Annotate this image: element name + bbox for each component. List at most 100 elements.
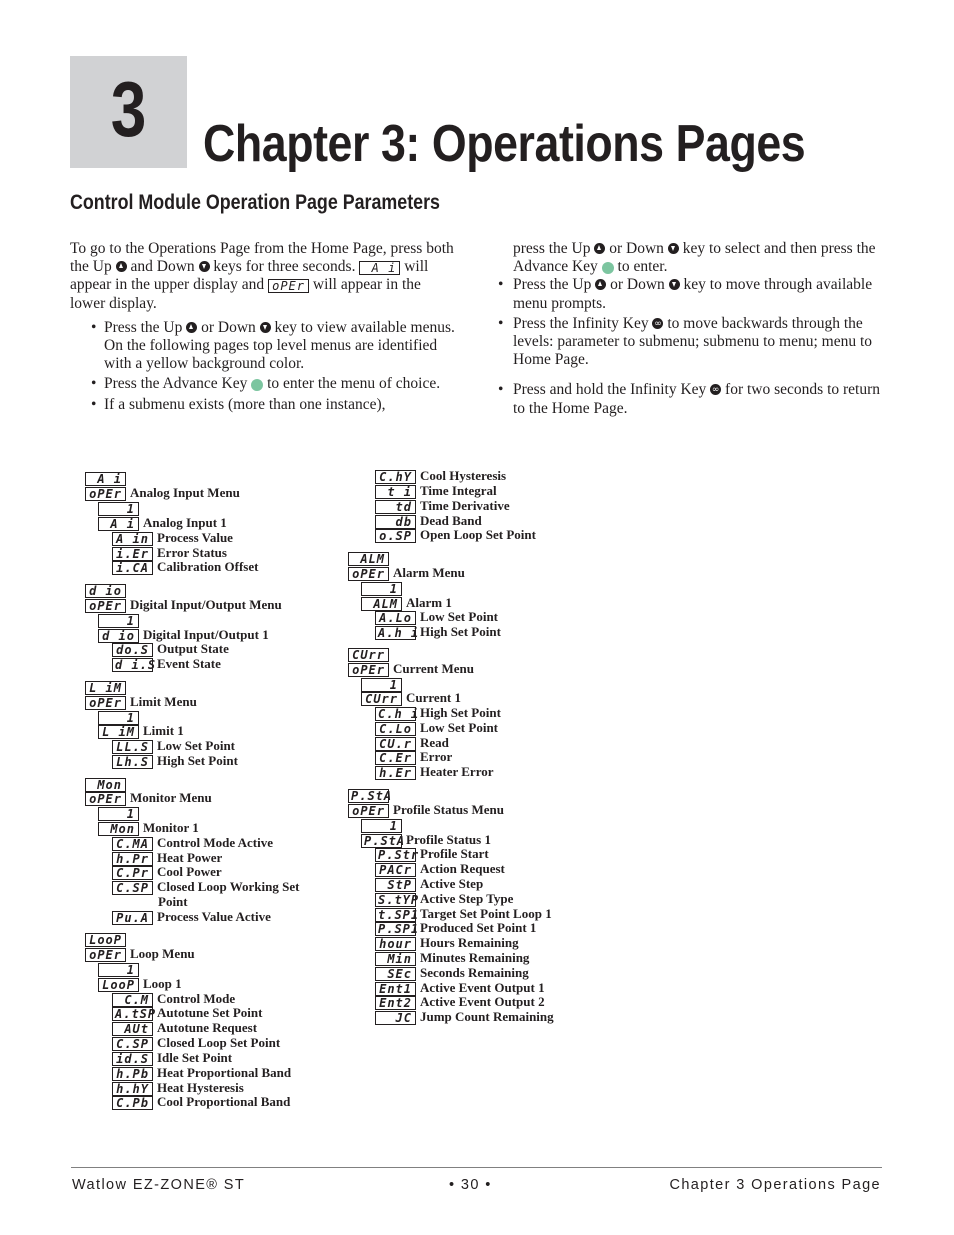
menu-tree-row: C.MA Control Mode Active xyxy=(112,835,274,851)
menu-tree-row: Point xyxy=(158,894,188,909)
display-code: A.tSP xyxy=(112,1007,155,1021)
display-code: L iM xyxy=(85,681,126,695)
parameter-label: Control Mode xyxy=(157,991,236,1006)
parameter-label: Profile Start xyxy=(420,846,489,861)
menu-tree-row: h.hY Heat Hysteresis xyxy=(112,1080,244,1096)
display-code: JC xyxy=(375,1011,416,1025)
parameter-label: Output State xyxy=(157,641,229,656)
display-code: P.Str xyxy=(375,848,418,862)
display-code: SEc xyxy=(375,967,416,981)
menu-tree-row: LL.S Low Set Point xyxy=(112,738,235,754)
menu-tree-row: P.StrProfile Start xyxy=(375,846,489,862)
display-code: d i.S xyxy=(112,658,155,672)
bullet-item: If a submenu exists (more than one insta… xyxy=(70,396,460,414)
parameter-label: Error Status xyxy=(157,545,227,560)
display-code: oPEr xyxy=(85,599,126,613)
parameter-label: Low Set Point xyxy=(420,720,498,735)
parameter-label: Dead Band xyxy=(420,513,482,528)
parameter-label: Control Mode Active xyxy=(157,835,274,850)
footer-divider xyxy=(71,1167,882,1168)
parameter-label: Low Set Point xyxy=(157,738,235,753)
menu-tree-row: AUt Autotune Request xyxy=(112,1020,258,1036)
menu-tree-row: PACr Action Request xyxy=(375,861,505,877)
intro-left-column: To go to the Operations Page from the Ho… xyxy=(70,240,460,416)
display-code: ALM xyxy=(348,552,389,566)
chapter-number-box: 3 xyxy=(70,56,187,168)
display-code: A in xyxy=(112,532,153,546)
display-code: h.Er xyxy=(375,766,416,780)
display-code: A.Lo xyxy=(375,611,416,625)
parameter-label: High Set Point xyxy=(420,705,501,720)
menu-tree-row: A i Analog Input 1 xyxy=(98,515,227,531)
menu-tree-row: 1 xyxy=(98,612,143,628)
menu-tree-row: Mon xyxy=(85,776,130,792)
parameter-label: Heat Power xyxy=(157,850,223,865)
display-code: 1 xyxy=(361,582,402,596)
parameter-label: Heat Proportional Band xyxy=(157,1065,292,1080)
parameter-label: Limit Menu xyxy=(130,694,197,709)
parameter-label: Active Step xyxy=(420,876,484,891)
display-code: C.Pr xyxy=(112,866,153,880)
lower-display-readout: oPEr xyxy=(268,279,309,294)
intro-right-column: press the Up or Down key to select and t… xyxy=(498,240,883,420)
menu-tree-row: A.h iHigh Set Point xyxy=(375,624,501,640)
up-arrow-key-icon xyxy=(595,279,607,291)
display-code: do.S xyxy=(112,643,153,657)
menu-tree-row: Min Minutes Remaining xyxy=(375,950,529,966)
menu-tree-row: oPEr Monitor Menu xyxy=(85,790,212,806)
display-code: S.tYP xyxy=(375,893,418,907)
parameter-label: Digital Input/Output Menu xyxy=(130,597,282,612)
upper-display-readout: A i xyxy=(359,261,401,276)
parameter-label: Closed Loop Working Set xyxy=(157,879,300,894)
menu-tree-row: C.SP Closed Loop Set Point xyxy=(112,1035,280,1051)
menu-tree-row: 1 xyxy=(98,709,143,725)
parameter-label: Low Set Point xyxy=(420,609,498,624)
down-arrow-key-icon xyxy=(259,321,271,333)
display-code: oPEr xyxy=(85,948,126,962)
menu-tree-row: d io Digital Input/Output 1 xyxy=(98,627,269,643)
menu-tree-row: C.h iHigh Set Point xyxy=(375,705,501,721)
menu-tree-row: 1 xyxy=(361,580,406,596)
parameter-label: Process Value xyxy=(157,530,233,545)
footer-product-name: Watlow EZ-ZONE® ST xyxy=(72,1177,246,1193)
advance-key-icon xyxy=(251,379,264,392)
menu-tree-row: id.S Idle Set Point xyxy=(112,1050,232,1066)
parameter-label: Heater Error xyxy=(420,764,494,779)
intro-bullets-left: Press the Up or Down key to view availab… xyxy=(70,319,460,414)
display-code: oPEr xyxy=(348,567,389,581)
intro-bullets-right: Press the Up or Down key to move through… xyxy=(498,276,883,417)
menu-tree-row: A.Lo Low Set Point xyxy=(375,609,498,625)
display-code: C.SP xyxy=(112,881,153,895)
parameter-label: Cool Hysteresis xyxy=(420,468,507,483)
menu-tree-row: t.SP1Target Set Point Loop 1 xyxy=(375,906,552,922)
menu-tree-row: 1 xyxy=(361,817,406,833)
bullet-continuation: press the Up or Down key to select and t… xyxy=(513,240,876,276)
menu-tree-row: h.Pr Heat Power xyxy=(112,850,223,866)
parameter-label: Process Value Active xyxy=(157,909,271,924)
bullet-item: Press the Up or Down key to view availab… xyxy=(70,319,460,374)
menu-tree-row: 1 xyxy=(98,500,143,516)
display-code: 1 xyxy=(98,963,139,977)
parameter-label: Profile Status 1 xyxy=(406,832,491,847)
parameter-label: Hours Remaining xyxy=(420,935,519,950)
display-code: PACr xyxy=(375,863,416,877)
menu-tree-row: oPEr Current Menu xyxy=(348,661,474,677)
parameter-label: Open Loop Set Point xyxy=(420,527,536,542)
menu-tree-row: P.StA xyxy=(348,787,393,803)
display-code: AUt xyxy=(112,1022,153,1036)
bullet-item: Press the Advance Key to enter the menu … xyxy=(70,375,460,393)
menu-tree-row: CU.r Read xyxy=(375,735,449,751)
footer-chapter-name: Chapter 3 Operations Page xyxy=(669,1177,881,1193)
down-arrow-key-icon xyxy=(667,243,679,254)
display-code: oPEr xyxy=(348,804,389,818)
parameter-label: Loop Menu xyxy=(130,946,195,961)
footer-page-number: • 30 • xyxy=(449,1177,492,1193)
up-arrow-key-icon xyxy=(115,261,127,273)
parameter-label: Autotune Request xyxy=(157,1020,258,1035)
display-code: L iM xyxy=(98,725,139,739)
parameter-label: Point xyxy=(158,894,188,909)
display-code: oPEr xyxy=(348,663,389,677)
menu-tree-row: C.Pr Cool Power xyxy=(112,864,222,880)
menu-tree-row: i.CA Calibration Offset xyxy=(112,559,258,575)
up-arrow-key-icon xyxy=(186,321,198,333)
